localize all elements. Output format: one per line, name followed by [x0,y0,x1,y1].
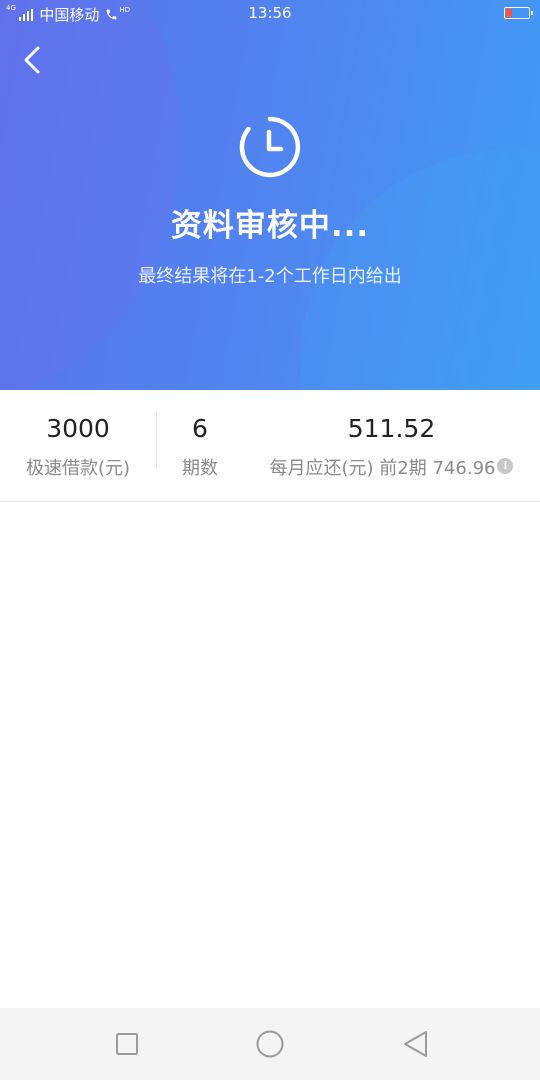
monthly-payment-label: 每月应还(元) [269,458,374,479]
loan-summary: 3000 极速借款(元) 6 期数 511.52 每月应还(元) 前2期 746… [0,390,540,502]
system-nav-bar [0,1008,540,1080]
loan-amount-cell: 3000 极速借款(元) [0,390,156,502]
circle-icon [256,1030,284,1058]
triangle-back-icon [404,1031,427,1057]
first-periods-amount: 746.96 [432,458,496,479]
screen: 4G 中国移动 HD 13:56 资料审核中... 最终结果将在1-2个工作日内… [0,0,540,1080]
periods-label: 期数 [182,458,218,479]
info-icon[interactable]: i [497,458,514,474]
page-title: 资料审核中... [170,208,370,244]
recent-apps-button[interactable] [109,1026,145,1062]
battery-level [506,9,512,17]
loan-amount-label: 极速借款(元) [25,458,131,479]
system-back-button[interactable] [397,1026,433,1062]
monthly-payment-cell: 511.52 每月应还(元) 前2期 746.96 i [243,390,540,502]
clock-icon [239,116,301,178]
back-button[interactable] [16,42,50,78]
first-periods-label: 前2期 [379,458,427,479]
monthly-payment-value: 511.52 [347,414,436,443]
monthly-payment-label-row: 每月应还(元) 前2期 746.96 i [243,454,540,480]
battery-icon [504,7,533,19]
periods-cell: 6 期数 [157,390,243,502]
chevron-left-icon [24,46,40,74]
square-icon [116,1033,138,1055]
page-subtitle: 最终结果将在1-2个工作日内给出 [138,266,402,287]
status-time: 13:56 [248,4,292,22]
periods-value: 6 [192,414,208,443]
status-bar: 4G 中国移动 HD 13:56 [0,0,540,28]
home-button[interactable] [252,1026,288,1062]
header-banner: 4G 中国移动 HD 13:56 资料审核中... 最终结果将在1-2个工作日内… [0,0,540,390]
loan-amount-value: 3000 [46,414,110,443]
